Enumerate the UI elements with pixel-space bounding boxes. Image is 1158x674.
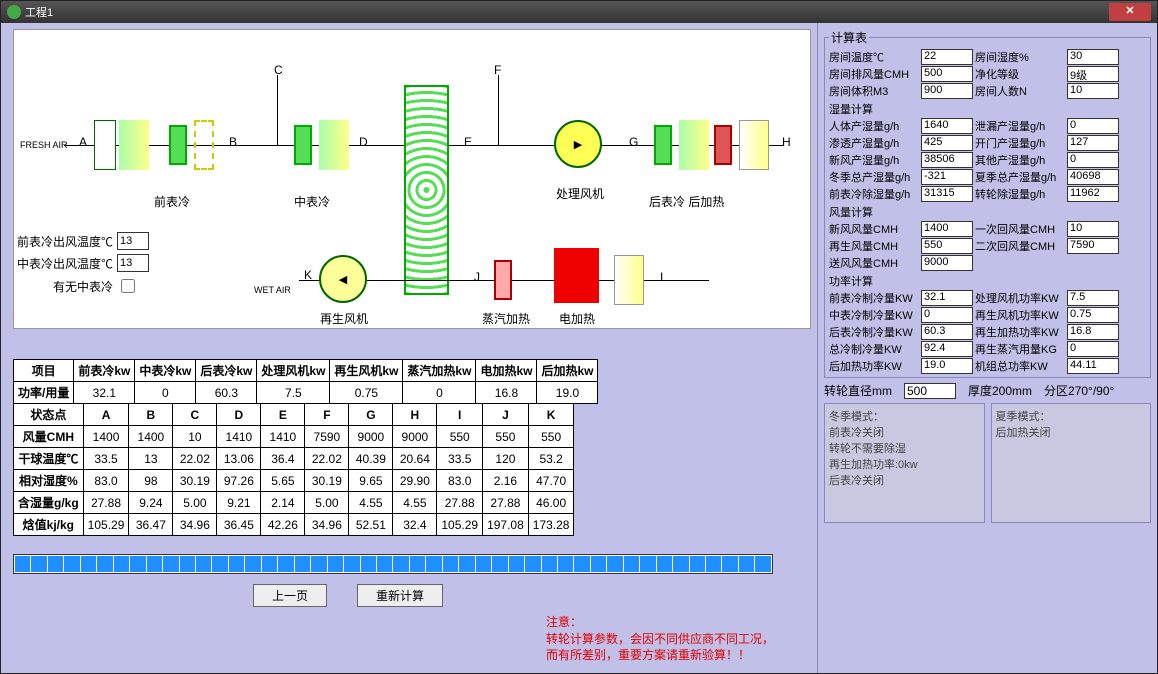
steam-heat-icon: [494, 260, 512, 300]
valve-icon: [654, 125, 672, 165]
progress-bar: [13, 554, 773, 574]
electric-heat-icon: [554, 248, 599, 303]
exhaust-value[interactable]: 500: [921, 66, 973, 82]
people-value[interactable]: 10: [1067, 83, 1119, 99]
warning-text: 注意： 转轮计算参数，会因不同供应商不同工况， 而有所差别，重要方案请重新验算！…: [546, 614, 774, 663]
wheel-thick-label: 厚度200mm 分区270°/90°: [968, 382, 1114, 399]
regen-fan-icon: ◀: [319, 255, 367, 303]
precool-out-input[interactable]: [117, 232, 149, 250]
has-midcool-checkbox[interactable]: [121, 279, 135, 293]
close-button[interactable]: ✕: [1109, 3, 1151, 21]
process-fan-icon: ▶: [554, 120, 602, 168]
room-hum-value[interactable]: 30: [1067, 49, 1119, 65]
wheel-dia-value: 500: [904, 383, 956, 399]
has-midcool-label: 有无中表冷: [53, 278, 113, 295]
postcool-icon: [679, 120, 709, 170]
damper-icon: [739, 120, 769, 170]
midcool-out-input[interactable]: [117, 254, 149, 272]
prev-page-button[interactable]: 上一页: [253, 584, 327, 607]
wheel-dia-label: 转轮直径mm: [824, 382, 892, 399]
damper-icon: [94, 120, 116, 170]
precool-icon: [119, 120, 149, 170]
damper-icon: [614, 255, 644, 305]
precool-out-label: 前表冷出风温度℃: [17, 233, 113, 250]
calc-legend: 计算表: [829, 29, 869, 46]
room-temp-value[interactable]: 22: [921, 49, 973, 65]
winter-mode-box: 冬季模式： 前表冷关闭 转轮不需要除湿 再生加热功率:0kw 后表冷关闭: [824, 403, 985, 523]
valve-icon: [294, 125, 312, 165]
window-title: 工程1: [25, 4, 53, 20]
midcool-icon: [319, 120, 349, 170]
volume-value[interactable]: 900: [921, 83, 973, 99]
desiccant-wheel-icon: [404, 85, 449, 295]
postheat-icon: [714, 125, 732, 165]
wet-air-label: WET AIR: [254, 285, 291, 295]
clean-value[interactable]: 9级: [1067, 66, 1119, 82]
power-table: 项目 前表冷kw中表冷kw 后表冷kw处理风机kw 再生风机kw蒸汽加热kw 电…: [13, 359, 598, 404]
filter-icon: [194, 120, 214, 170]
fresh-air-label: FRESH AIR: [20, 140, 68, 150]
recalculate-button[interactable]: 重新计算: [357, 584, 443, 607]
state-point-table: 状态点 AB CD EF GH IJ K 风量CMH14001400101410…: [13, 403, 574, 536]
midcool-out-label: 中表冷出风温度℃: [17, 255, 113, 272]
title-bar: 工程1 ✕: [1, 1, 1157, 23]
summer-mode-box: 夏季模式： 后加热关闭: [991, 403, 1152, 523]
valve-icon: [169, 125, 187, 165]
